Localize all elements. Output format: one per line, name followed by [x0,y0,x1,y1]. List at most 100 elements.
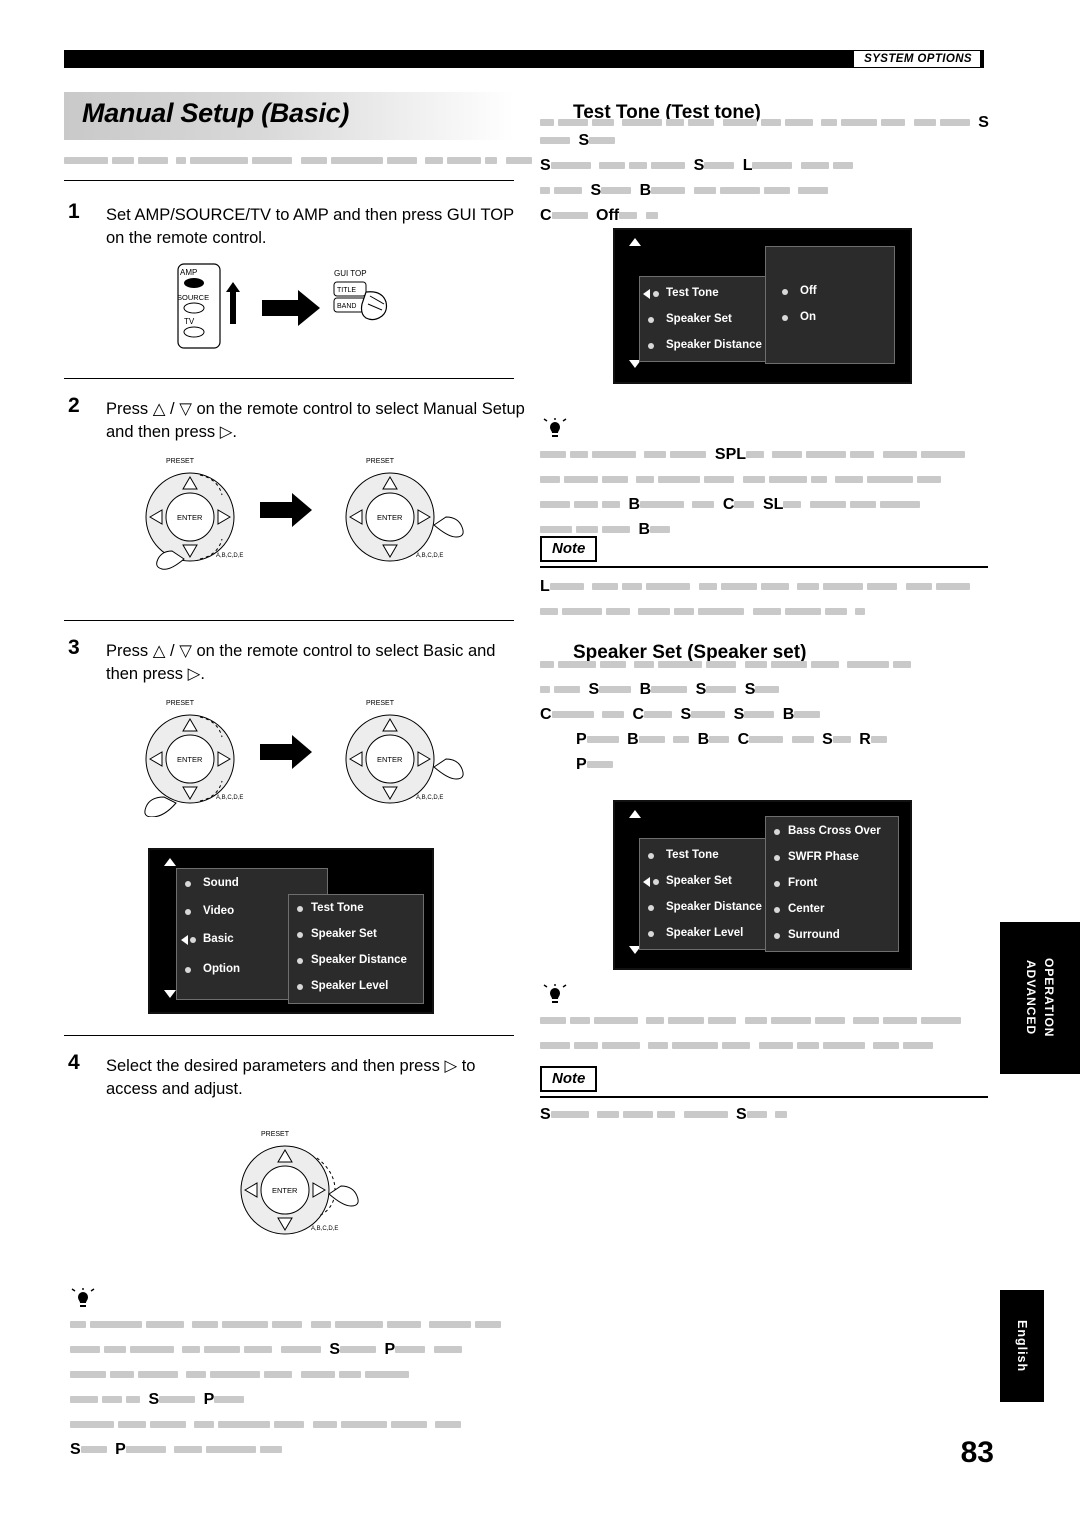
bold-fragment-25: P [576,731,587,748]
osd-option-bass-cross-over[interactable]: Bass Cross Over [788,825,881,837]
osd-item-test-tone[interactable]: Test Tone [666,849,719,861]
bullet-icon [774,881,780,887]
svg-text:AMP: AMP [180,268,197,277]
bold-fragment-27: B [697,731,710,748]
note-text-1: L [540,578,990,621]
svg-text:A,B,C,D,E: A,B,C,D,E [416,795,443,801]
svg-text:A,B,C,D,E: A,B,C,D,E [216,795,243,801]
osd-item-speaker-set[interactable]: Speaker Set [666,313,732,325]
step-2-number: 2 [68,394,80,417]
osd-item-speaker-level[interactable]: Speaker Level [666,927,743,939]
bullet-icon [648,343,654,349]
osd-item-option[interactable]: Option [203,963,240,975]
svg-text:PRESET: PRESET [261,1131,290,1138]
osd-item-speaker-set[interactable]: Speaker Set [311,928,377,940]
bullet-icon [648,317,654,323]
side-tab-advanced-operation: ADVANCED OPERATION [1000,922,1080,1074]
bold-fragment-c: C [722,496,735,513]
note-rule-1 [540,566,988,568]
bold-fragment-6: S [590,182,602,199]
bold-fragment-7: B [639,182,652,199]
step-4-number: 4 [68,1051,80,1074]
bold-fragment-l: L [540,578,550,595]
tip-bulb-icon [542,418,568,445]
osd-item-speaker-level[interactable]: Speaker Level [311,980,388,992]
osd-option-surround[interactable]: Surround [788,929,840,941]
bold-fragment-33: S [736,1106,747,1123]
osd-item-sound[interactable]: Sound [203,877,239,889]
osd-item-test-tone[interactable]: Test Tone [666,287,719,299]
osd-left-arrow-icon [181,935,188,945]
bold-fragment-22: S [680,706,692,723]
side-tab-language: English [1000,1290,1044,1402]
osd-basic-menu: Sound Video Basic Option Test Tone Speak… [148,848,434,1014]
step-1-illustration: AMP SOURCE TV GUI TOP TITLE BAND [170,262,420,362]
svg-text:PRESET: PRESET [366,458,395,465]
bold-fragment-4: S [693,157,705,174]
osd-item-speaker-distance[interactable]: Speaker Distance [666,901,762,913]
osd-speaker-set-menu: Test Tone Speaker Set Speaker Distance S… [613,800,912,970]
svg-text:ENTER: ENTER [272,1186,298,1195]
svg-text:PRESET: PRESET [166,700,195,707]
osd-item-basic[interactable]: Basic [203,933,234,945]
tip-bulb-icon [70,1288,96,1315]
speaker-set-tip-text [540,1012,990,1055]
bullet-icon [297,906,303,912]
svg-text:TV: TV [184,317,195,326]
section-header-bar: SYSTEM OPTIONS [64,50,984,68]
osd-scroll-up-icon [629,238,641,246]
bold-fragment-28: C [737,731,750,748]
osd-scroll-up-icon [629,810,641,818]
osd-option-swfr-phase[interactable]: SWFR Phase [788,851,859,863]
bold-fragment-26: B [627,731,639,748]
page-title: Manual Setup (Basic) [82,98,350,128]
svg-text:TITLE: TITLE [337,287,356,294]
step-4-text: Select the desired parameters and then p… [106,1057,476,1098]
note-rule-2 [540,1096,988,1098]
osd-option-center[interactable]: Center [788,903,824,915]
osd-option-off[interactable]: Off [800,285,817,297]
bold-fragment-17: B [639,681,652,698]
bold-fragment-5: L [742,157,753,174]
bullet-icon [653,879,659,885]
note-badge-2: Note [540,1066,598,1092]
bullet-icon [297,932,303,938]
osd-basic-right-column: Test Tone Speaker Set Speaker Distance S… [288,894,424,1004]
svg-text:A,B,C,D,E: A,B,C,D,E [311,1226,338,1232]
divider-2 [64,378,514,379]
osd-item-speaker-distance[interactable]: Speaker Distance [311,954,407,966]
svg-text:BAND: BAND [337,303,356,310]
svg-text:PRESET: PRESET [366,700,395,707]
osd-test-tone-right-column: Off On [765,246,895,364]
osd-scroll-down-icon [164,990,176,998]
bold-fragment-spl: SPL [714,446,747,463]
bullet-icon [185,967,191,973]
bold-fragment-b: B [628,496,641,513]
bold-fragment-20: C [540,706,552,723]
svg-text:GUI TOP: GUI TOP [334,269,367,278]
osd-item-test-tone[interactable]: Test Tone [311,902,364,914]
bold-fragment-sl: SL [762,496,784,513]
bold-fragment-31: P [576,756,587,773]
osd-item-video[interactable]: Video [203,905,234,917]
intro-text-placeholder [64,152,536,170]
osd-item-speaker-distance[interactable]: Speaker Distance [666,339,762,351]
bold-fragment-18: S [695,681,707,698]
svg-text:PRESET: PRESET [166,458,195,465]
osd-option-front[interactable]: Front [788,877,817,889]
osd-option-on[interactable]: On [800,311,816,323]
bold-fragment-1: S [978,114,989,131]
page-number: 83 [960,1436,994,1469]
bold-fragment-29: S [822,731,833,748]
bold-fragment-16: S [588,681,600,698]
bullet-icon [190,937,196,943]
bullet-icon [648,853,654,859]
bold-fragment-19: S [744,681,756,698]
osd-item-speaker-set[interactable]: Speaker Set [666,875,732,887]
bold-fragment-32: S [540,1106,551,1123]
test-tone-description: S S S S L S B C Off [540,114,990,225]
step-1-text: Set AMP/SOURCE/TV to AMP and then press … [106,206,514,247]
bold-fragment-24: B [782,706,795,723]
bold-fragment-23: S [733,706,745,723]
note-text-2: S S [540,1106,990,1124]
